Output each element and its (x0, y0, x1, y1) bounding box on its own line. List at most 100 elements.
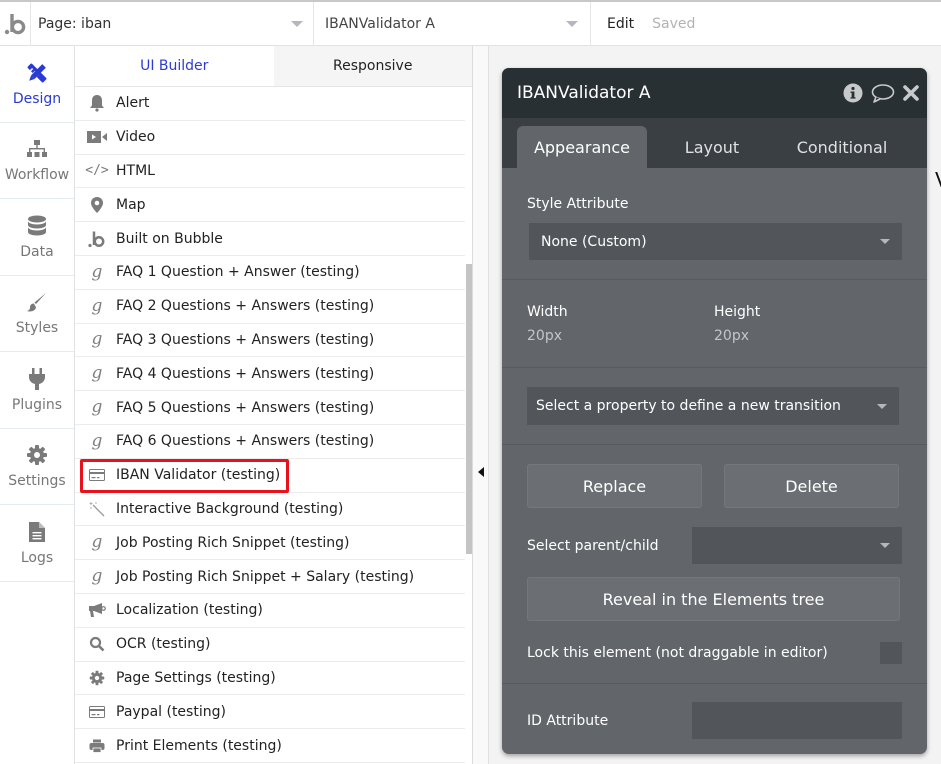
palette-item-faq-6[interactable]: g FAQ 6 Questions + Answers (testing) (75, 425, 465, 459)
element-palette: UI Builder Responsive Alert Video </> HT… (75, 46, 473, 764)
palette-item-alert[interactable]: Alert (75, 87, 465, 121)
transition-dropdown[interactable]: Select a property to define a new transi… (527, 387, 899, 425)
parent-child-label: Select parent/child (527, 537, 659, 554)
palette-item-job-posting[interactable]: g Job Posting Rich Snippet (testing) (75, 526, 465, 561)
palette-item-html[interactable]: </> HTML (75, 155, 465, 189)
palette-item-label: OCR (testing) (116, 636, 211, 653)
tab-layout[interactable]: Layout (647, 126, 777, 168)
palette-item-faq-1[interactable]: g FAQ 1 Question + Answer (testing) (75, 256, 465, 290)
chevron-down-icon (291, 21, 303, 27)
comment-icon[interactable] (871, 83, 895, 103)
map-pin-icon (87, 195, 107, 215)
top-bar: Page: iban IBANValidator A Edit Saved (0, 0, 941, 46)
palette-item-label: IBAN Validator (testing) (116, 467, 281, 484)
palette-item-label: FAQ 6 Questions + Answers (testing) (116, 433, 375, 450)
palette-item-page-settings[interactable]: Page Settings (testing) (75, 662, 465, 696)
google-g-icon: g (91, 261, 103, 282)
gear-icon (87, 668, 107, 688)
palette-item-faq-5[interactable]: g FAQ 5 Questions + Answers (testing) (75, 391, 465, 425)
palette-item-map[interactable]: Map (75, 188, 465, 223)
collapse-panel-icon[interactable] (478, 467, 484, 477)
google-g-icon: g (91, 397, 103, 418)
workflow-icon (25, 137, 49, 161)
tab-conditional[interactable]: Conditional (777, 126, 907, 168)
nav-workflow[interactable]: Workflow (0, 123, 74, 199)
google-g-icon: g (91, 363, 103, 384)
chevron-down-icon (880, 543, 890, 548)
document-icon (25, 520, 49, 544)
printer-icon (87, 736, 107, 756)
tab-appearance[interactable]: Appearance (517, 126, 647, 168)
palette-item-label: Job Posting Rich Snippet (testing) (116, 534, 350, 551)
size-section: Width 20px Height 20px (502, 280, 927, 368)
nav-plugins[interactable]: Plugins (0, 352, 74, 429)
style-attribute-dropdown[interactable]: None (Custom) (529, 223, 902, 260)
bell-icon (87, 93, 107, 113)
palette-item-label: Alert (116, 95, 150, 112)
id-attribute-row: ID Attribute (502, 684, 927, 739)
nav-settings-label: Settings (8, 473, 66, 490)
close-icon[interactable] (903, 85, 919, 101)
transition-section: Select a property to define a new transi… (502, 368, 927, 425)
nav-styles[interactable]: Styles (0, 276, 74, 352)
editor-header[interactable]: IBANValidator A (502, 68, 927, 118)
brush-icon (25, 290, 49, 314)
gear-icon (25, 443, 49, 467)
palette-scrollbar[interactable] (466, 264, 472, 554)
palette-tabs: UI Builder Responsive (75, 46, 472, 87)
palette-list: Alert Video </> HTML Map Built on Bubble… (75, 87, 465, 763)
tab-ui-builder[interactable]: UI Builder (75, 46, 274, 86)
palette-item-label: FAQ 4 Questions + Answers (testing) (116, 365, 375, 382)
palette-item-label: FAQ 1 Question + Answer (testing) (116, 264, 360, 281)
palette-item-label: Print Elements (testing) (116, 737, 282, 754)
editor-title: IBANValidator A (517, 83, 651, 103)
replace-button[interactable]: Replace (527, 464, 702, 508)
bubble-logo[interactable] (0, 2, 31, 46)
palette-item-faq-3[interactable]: g FAQ 3 Questions + Answers (testing) (75, 324, 465, 358)
canvas-text-fragment: V (935, 168, 941, 192)
palette-item-ocr[interactable]: OCR (testing) (75, 628, 465, 662)
nav-data-label: Data (20, 243, 54, 260)
tab-responsive[interactable]: Responsive (273, 46, 472, 86)
megaphone-icon (87, 600, 107, 620)
reveal-in-elements-tree-button[interactable]: Reveal in the Elements tree (527, 577, 900, 621)
google-g-icon: g (91, 329, 103, 350)
parent-child-dropdown[interactable] (692, 527, 902, 564)
palette-item-iban-validator[interactable]: IBAN Validator (testing) (75, 458, 465, 493)
element-dropdown[interactable]: IBANValidator A (314, 2, 591, 46)
code-icon: </> (85, 163, 109, 179)
palette-item-faq-4[interactable]: g FAQ 4 Questions + Answers (testing) (75, 357, 465, 392)
nav-design[interactable]: Design (0, 46, 74, 123)
palette-item-interactive-background[interactable]: Interactive Background (testing) (75, 493, 465, 527)
palette-item-label: Map (116, 196, 146, 213)
palette-item-job-posting-salary[interactable]: g Job Posting Rich Snippet + Salary (tes… (75, 560, 465, 594)
left-navigation: Design Workflow Data Styles Plugins Sett… (0, 46, 75, 764)
nav-settings[interactable]: Settings (0, 429, 74, 505)
action-buttons: Replace Delete (502, 445, 927, 508)
page-dropdown[interactable]: Page: iban (31, 2, 314, 46)
palette-item-localization[interactable]: Localization (testing) (75, 594, 465, 628)
palette-item-video[interactable]: Video (75, 121, 465, 155)
element-dropdown-label: IBANValidator A (325, 16, 435, 32)
palette-item-paypal[interactable]: Paypal (testing) (75, 695, 465, 730)
lock-element-checkbox[interactable] (880, 641, 902, 664)
info-icon[interactable] (843, 83, 863, 103)
lock-element-label: Lock this element (not draggable in edit… (527, 644, 828, 661)
reveal-row: Reveal in the Elements tree (502, 564, 927, 621)
palette-item-label: Built on Bubble (116, 230, 223, 247)
id-attribute-input[interactable] (692, 702, 902, 739)
nav-data[interactable]: Data (0, 199, 74, 276)
id-attribute-label: ID Attribute (527, 712, 609, 729)
collapse-gutter (473, 46, 489, 764)
palette-item-built-on-bubble[interactable]: Built on Bubble (75, 222, 465, 256)
delete-button[interactable]: Delete (724, 464, 899, 508)
height-value[interactable]: 20px (714, 328, 760, 344)
nav-logs[interactable]: Logs (0, 505, 74, 582)
google-g-icon: g (91, 430, 103, 451)
edit-mode-button[interactable]: Edit (607, 16, 634, 32)
plug-icon (25, 367, 49, 391)
palette-item-print-elements[interactable]: Print Elements (testing) (75, 729, 465, 763)
width-value[interactable]: 20px (527, 328, 714, 344)
palette-item-faq-2[interactable]: g FAQ 2 Questions + Answers (testing) (75, 290, 465, 324)
editor-tabs: Appearance Layout Conditional (502, 118, 927, 168)
